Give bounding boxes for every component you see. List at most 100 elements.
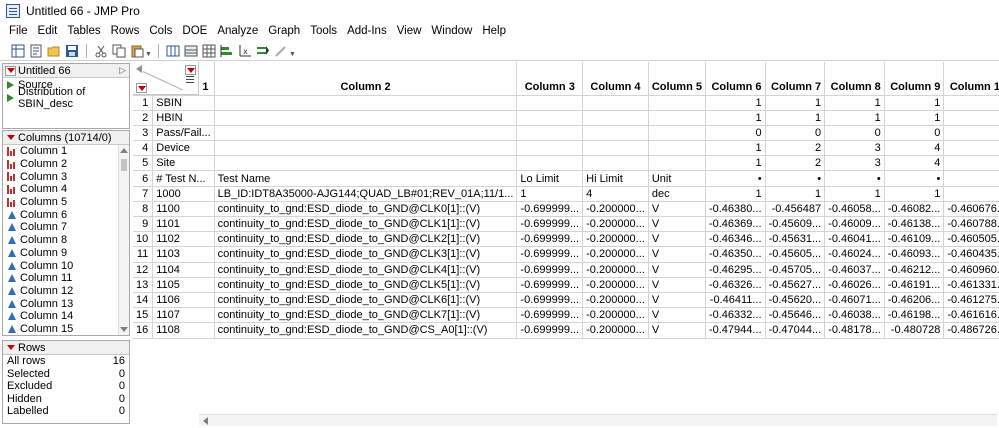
- rows-stat-labelled[interactable]: Labelled 0: [3, 405, 129, 418]
- row-number[interactable]: 10: [133, 231, 154, 248]
- paste-icon[interactable]: [129, 43, 145, 59]
- grid-cell[interactable]: 1: [705, 155, 766, 172]
- menu-help[interactable]: Help: [477, 22, 511, 41]
- grid-cell[interactable]: -0.46326...: [705, 277, 766, 293]
- grid-cell[interactable]: HBIN: [152, 110, 215, 126]
- column-header[interactable]: Column 4: [582, 62, 649, 96]
- columns-panel-header[interactable]: Columns (10714/0): [3, 131, 129, 145]
- menu-doe[interactable]: DOE: [177, 22, 212, 41]
- row-number[interactable]: 4: [133, 140, 154, 157]
- grid-cell[interactable]: 1102: [152, 231, 215, 248]
- grid-cell[interactable]: -0.46332...: [705, 307, 766, 324]
- scroll-thumb[interactable]: [121, 159, 127, 171]
- column-list-item[interactable]: Column 3: [3, 170, 129, 183]
- grid-cell[interactable]: -0.200000...: [582, 246, 649, 263]
- grid-cell[interactable]: -0.200000...: [582, 201, 649, 218]
- grid-cell[interactable]: -0.460960...: [943, 262, 999, 278]
- column-list-item[interactable]: Column 13: [3, 297, 129, 310]
- grid-cell[interactable]: -0.200000...: [582, 322, 649, 339]
- grid-cell[interactable]: -0.699999...: [516, 322, 584, 339]
- red-triangle-rows-menu-icon[interactable]: [136, 83, 147, 93]
- grid-cell[interactable]: -0.46380...: [705, 201, 766, 218]
- save-icon[interactable]: [64, 43, 80, 59]
- grid-cell[interactable]: -0.45631...: [765, 231, 826, 248]
- grid-cell[interactable]: 0: [943, 125, 999, 142]
- grid-cell[interactable]: continuity_to_gnd:ESD_diode_to_GND@CLK7[…: [214, 307, 518, 324]
- red-triangle-columns-menu-icon[interactable]: [185, 65, 196, 75]
- menu-view[interactable]: View: [392, 22, 427, 41]
- grid-cell[interactable]: -0.461275...: [943, 292, 999, 309]
- column-header[interactable]: Column 7: [765, 62, 826, 96]
- grid-cell[interactable]: [582, 140, 649, 157]
- column-list-item[interactable]: Column 7: [3, 221, 129, 234]
- grid-cell[interactable]: [516, 95, 584, 111]
- grid-cell[interactable]: -0.46041...: [824, 231, 885, 248]
- table-panel-header[interactable]: Untitled 66 ▷: [3, 64, 129, 78]
- menu-tables[interactable]: Tables: [62, 22, 105, 41]
- grid-cell[interactable]: [648, 155, 706, 172]
- grid-cell[interactable]: -0.46024...: [824, 246, 885, 263]
- grid-cell[interactable]: •: [943, 170, 999, 187]
- grid-cell[interactable]: -0.46038...: [824, 307, 885, 324]
- grid-cell[interactable]: V: [648, 262, 706, 278]
- row-number[interactable]: 15: [133, 307, 154, 324]
- grid-cell[interactable]: [516, 140, 584, 157]
- menu-window[interactable]: Window: [426, 22, 477, 41]
- grid-cell[interactable]: [582, 95, 649, 111]
- row-number[interactable]: 6: [133, 170, 154, 187]
- grid-cell[interactable]: -0.699999...: [516, 277, 584, 293]
- rows-stat-hidden[interactable]: Hidden 0: [3, 393, 129, 406]
- grid-cell[interactable]: 2: [765, 140, 826, 157]
- grid-cell[interactable]: Hi Limit: [582, 170, 649, 187]
- row-number[interactable]: 8: [133, 201, 154, 218]
- grid-cell[interactable]: [582, 110, 649, 126]
- grid-cell[interactable]: -0.46346...: [705, 231, 766, 248]
- grid-cell[interactable]: 1: [765, 110, 826, 126]
- grid-cell[interactable]: •: [824, 170, 885, 187]
- grid-cell[interactable]: -0.46026...: [824, 277, 885, 293]
- grid-cell[interactable]: -0.200000...: [582, 262, 649, 278]
- column-list-item[interactable]: Column 8: [3, 234, 129, 247]
- grid-cell[interactable]: -0.46058...: [824, 201, 885, 218]
- grid-cell[interactable]: continuity_to_gnd:ESD_diode_to_GND@CLK3[…: [214, 246, 518, 263]
- column-list-item[interactable]: Column 1: [3, 145, 129, 158]
- row-number[interactable]: 14: [133, 292, 154, 309]
- grid-cell[interactable]: V: [648, 307, 706, 324]
- table-view-icon[interactable]: [183, 43, 199, 59]
- collapse-arrow-icon[interactable]: ▷: [119, 65, 126, 76]
- grid-cell[interactable]: 1: [765, 186, 826, 202]
- grid-cell[interactable]: Lo Limit: [516, 170, 584, 187]
- grid-cell[interactable]: -0.46082...: [884, 201, 945, 218]
- menu-graph[interactable]: Graph: [263, 22, 305, 41]
- grid-cell[interactable]: 1103: [152, 246, 215, 263]
- grid-cell[interactable]: [648, 110, 706, 126]
- grid-cell[interactable]: -0.699999...: [516, 231, 584, 248]
- column-list-item[interactable]: Column 11: [3, 272, 129, 285]
- new-data-table-icon[interactable]: [10, 43, 26, 59]
- column-header[interactable]: Column 10: [943, 62, 999, 96]
- grid-cell[interactable]: -0.46198...: [884, 307, 945, 324]
- grid-cell[interactable]: 0: [705, 125, 766, 142]
- script-item-distribution[interactable]: Distribution of SBIN_desc: [3, 86, 129, 110]
- row-number[interactable]: 13: [133, 277, 154, 293]
- rows-panel-header[interactable]: Rows: [3, 341, 129, 355]
- grid-cell[interactable]: -0.200000...: [582, 307, 649, 324]
- grid-cell[interactable]: V: [648, 201, 706, 218]
- grid-cell[interactable]: 5: [943, 140, 999, 157]
- row-number[interactable]: 7: [133, 186, 154, 202]
- grid-cell[interactable]: Test Name: [214, 170, 518, 187]
- grid-cell[interactable]: -0.200000...: [582, 216, 649, 233]
- grid-cell[interactable]: continuity_to_gnd:ESD_diode_to_GND@CLK1[…: [214, 216, 518, 233]
- menu-edit[interactable]: Edit: [33, 22, 63, 41]
- scroll-left-icon[interactable]: [203, 417, 208, 425]
- grid-cell[interactable]: 1: [765, 95, 826, 111]
- grid-cell[interactable]: 1100: [152, 201, 215, 218]
- grid-cell[interactable]: •: [705, 170, 766, 187]
- grid-cell[interactable]: V: [648, 246, 706, 263]
- grid-cell[interactable]: Site: [152, 155, 215, 172]
- grid-cell[interactable]: 1000: [152, 186, 215, 202]
- grid-cell[interactable]: -0.46093...: [884, 246, 945, 263]
- scroll-down-icon[interactable]: [120, 327, 128, 332]
- grid-cell[interactable]: -0.46138...: [884, 216, 945, 233]
- play-icon[interactable]: [7, 80, 14, 89]
